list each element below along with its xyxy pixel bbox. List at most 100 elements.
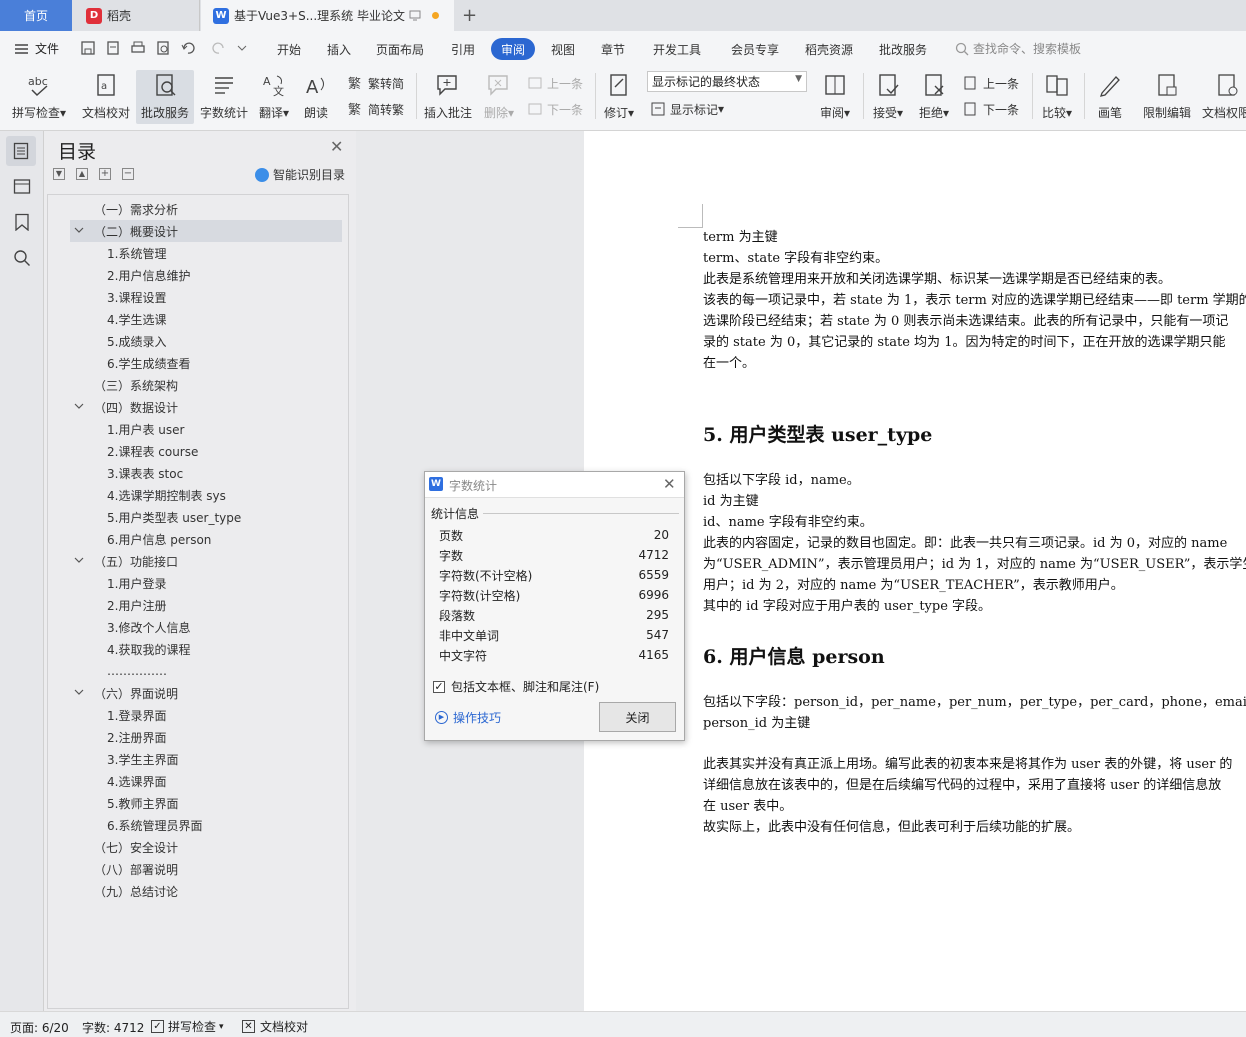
undo-icon[interactable]: [180, 40, 202, 56]
toc-item[interactable]: 3.修改个人信息: [107, 617, 190, 637]
toc-item[interactable]: 6.用户信息 person: [107, 529, 211, 549]
chevron-down-icon[interactable]: [74, 224, 84, 238]
toc-item[interactable]: 2.用户注册: [107, 595, 166, 615]
menu-view[interactable]: 视图: [551, 41, 575, 58]
delete-comment-button[interactable]: 删除▾: [480, 70, 518, 124]
dialog-close-icon[interactable]: ✕: [663, 475, 676, 493]
toc-item[interactable]: 3.课程设置: [107, 287, 166, 307]
accept-button[interactable]: 接受▾: [869, 70, 907, 124]
insert-comment-button[interactable]: 插入批注: [422, 70, 474, 124]
chevron-down-icon[interactable]: [74, 400, 84, 414]
menu-start[interactable]: 开始: [277, 41, 301, 58]
file-menu[interactable]: 文件: [14, 40, 59, 57]
toc-item[interactable]: （一）需求分析: [94, 199, 178, 219]
toc-item[interactable]: （五）功能接口: [74, 551, 178, 571]
toc-item[interactable]: 6.学生成绩查看: [107, 353, 190, 373]
compare-button[interactable]: 比较▾: [1038, 70, 1076, 124]
menu-review-active[interactable]: 审阅: [491, 38, 535, 60]
next-change-button[interactable]: 下一条: [963, 98, 1019, 120]
command-search[interactable]: 查找命令、搜索模板: [955, 40, 1081, 57]
chevron-down-icon[interactable]: [74, 554, 84, 568]
redo-icon[interactable]: [211, 40, 227, 56]
toc-item[interactable]: 4.选课界面: [107, 771, 166, 791]
chevron-down-icon[interactable]: [74, 686, 84, 700]
toc-item[interactable]: 1.登录界面: [107, 705, 166, 725]
spell-check-button[interactable]: abc 拼写检查▾: [10, 70, 68, 124]
toc-item[interactable]: 3.课表表 stoc: [107, 463, 183, 483]
markup-state-select[interactable]: 显示标记的最终状态 ▼: [647, 71, 807, 92]
close-button[interactable]: 关闭: [599, 702, 676, 732]
toc-item[interactable]: （四）数据设计: [74, 397, 178, 417]
menu-references[interactable]: 引用: [451, 41, 475, 58]
review-pane-button[interactable]: 审阅▾: [815, 70, 855, 124]
tips-link[interactable]: ▶ 操作技巧: [435, 709, 501, 726]
collapse-all-icon[interactable]: −: [122, 168, 134, 180]
toc-item[interactable]: （八）部署说明: [94, 859, 178, 879]
find-icon[interactable]: [13, 249, 31, 270]
prev-comment-button[interactable]: 上一条: [527, 72, 583, 94]
export-pdf-icon[interactable]: [105, 40, 121, 56]
menu-chapter[interactable]: 章节: [601, 41, 625, 58]
toc-item[interactable]: 1.用户登录: [107, 573, 166, 593]
correction-service-button[interactable]: 批改服务: [136, 70, 194, 124]
toc-item[interactable]: 1.用户表 user: [107, 419, 184, 439]
navigation-pane-icon[interactable]: [13, 177, 31, 198]
toc-item[interactable]: 1.系统管理: [107, 243, 166, 263]
menu-insert[interactable]: 插入: [327, 41, 351, 58]
doc-proofread-button[interactable]: a 文档校对: [80, 70, 132, 124]
prev-change-button[interactable]: 上一条: [963, 72, 1019, 94]
status-spell-check[interactable]: ✓ 拼写检查 ▾: [151, 1018, 224, 1035]
pen-button[interactable]: 画笔: [1092, 70, 1128, 124]
word-count-indicator[interactable]: 字数: 4712: [82, 1019, 144, 1036]
menu-daoke-resources[interactable]: 稻壳资源: [805, 41, 853, 58]
toc-item[interactable]: 2.课程表 course: [107, 441, 198, 461]
smart-toc-button[interactable]: 智能识别目录: [255, 166, 345, 183]
tab-home[interactable]: 首页: [0, 0, 72, 31]
doc-permission-button[interactable]: 文档权限: [1200, 70, 1246, 124]
toc-item[interactable]: 4.获取我的课程: [107, 639, 190, 659]
save-icon[interactable]: [80, 40, 96, 56]
page-indicator[interactable]: 页面: 6/20: [10, 1019, 69, 1036]
toc-item[interactable]: 5.用户类型表 user_type: [107, 507, 241, 527]
menu-developer[interactable]: 开发工具: [653, 41, 701, 58]
print-preview-icon[interactable]: [155, 40, 171, 56]
trad-to-simp-button[interactable]: 繁繁转简: [348, 72, 404, 94]
toc-item[interactable]: （三）系统架构: [94, 375, 178, 395]
expand-all-icon[interactable]: +: [99, 168, 111, 180]
toc-item[interactable]: 3.学生主界面: [107, 749, 178, 769]
reject-button[interactable]: 拒绝▾: [915, 70, 953, 124]
status-proofread[interactable]: ✕ 文档校对: [242, 1018, 308, 1035]
restrict-editing-button[interactable]: 限制编辑: [1140, 70, 1194, 124]
toc-item[interactable]: 4.学生选课: [107, 309, 166, 329]
next-comment-button[interactable]: 下一条: [527, 98, 583, 120]
track-changes-button[interactable]: 修订▾: [600, 70, 638, 124]
toc-item[interactable]: 2.用户信息维护: [107, 265, 190, 285]
tab-daoke[interactable]: D 稻壳: [72, 0, 200, 31]
translate-button[interactable]: A文 翻译▾: [256, 70, 292, 124]
include-textbox-checkbox[interactable]: ✓ 包括文本框、脚注和尾注(F): [433, 678, 599, 695]
new-tab-icon[interactable]: +: [462, 5, 477, 26]
print-icon[interactable]: [130, 40, 146, 56]
toc-item[interactable]: 5.教师主界面: [107, 793, 178, 813]
toc-item[interactable]: ……………: [107, 661, 167, 681]
toc-item[interactable]: （六）界面说明: [74, 683, 178, 703]
toc-item[interactable]: （二）概要设计: [74, 221, 178, 241]
simp-to-trad-button[interactable]: 繁简转繁: [348, 98, 404, 120]
monitor-icon[interactable]: [409, 9, 421, 24]
close-icon[interactable]: ✕: [330, 137, 343, 156]
collapse-up-icon[interactable]: ▲: [76, 168, 88, 180]
menu-correction[interactable]: 批改服务: [879, 41, 927, 58]
menu-member[interactable]: 会员专享: [731, 41, 779, 58]
toc-item[interactable]: （七）安全设计: [94, 837, 178, 857]
show-markup-button[interactable]: 显示标记 ▾: [650, 98, 724, 120]
toc-item[interactable]: 2.注册界面: [107, 727, 166, 747]
read-aloud-button[interactable]: A 朗读: [300, 70, 332, 124]
toc-item[interactable]: 4.选课学期控制表 sys: [107, 485, 226, 505]
chevron-down-icon[interactable]: [236, 40, 248, 56]
toc-item[interactable]: （九）总结讨论: [94, 881, 178, 901]
bookmark-icon[interactable]: [14, 213, 30, 234]
expand-down-icon[interactable]: ▼: [53, 168, 65, 180]
menu-page-layout[interactable]: 页面布局: [376, 41, 424, 58]
toc-item[interactable]: 5.成绩录入: [107, 331, 166, 351]
tab-document[interactable]: W 基于Vue3+S...理系统 毕业论文: [201, 0, 454, 31]
